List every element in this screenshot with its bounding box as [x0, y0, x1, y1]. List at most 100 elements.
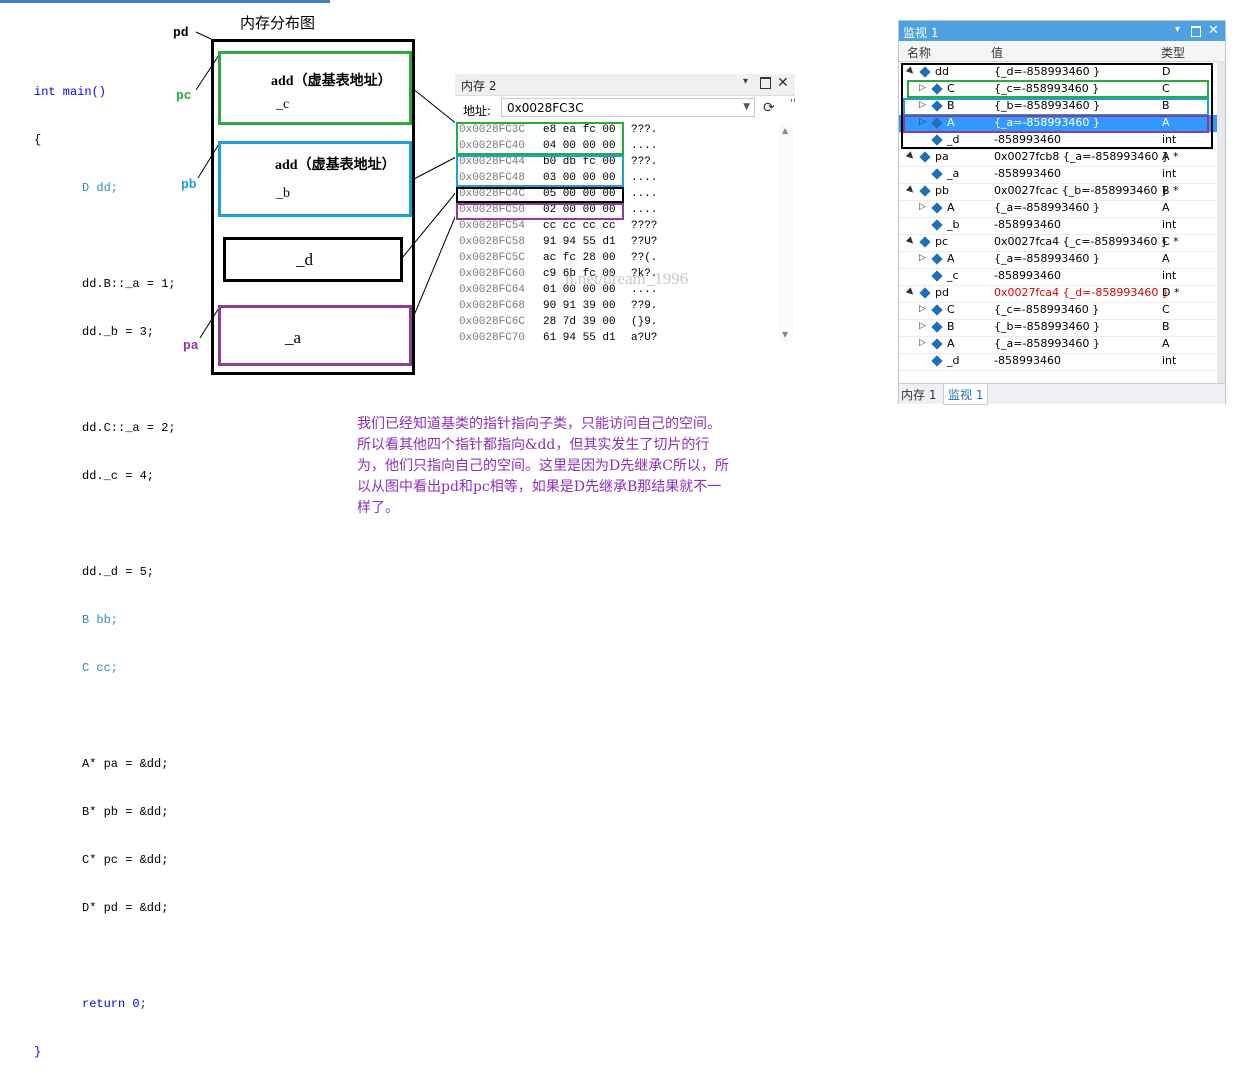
watch-row-type: int	[1162, 167, 1177, 180]
memory-row-address: 0x0028FC54	[459, 220, 526, 232]
scroll-up-icon[interactable]: ▲	[782, 126, 788, 135]
watch-row-name: _c	[947, 269, 959, 282]
refresh-icon[interactable]: ⟳	[763, 100, 775, 116]
watch-row-value: -858993460	[994, 354, 1061, 367]
watch-window-title: 监视 1	[903, 26, 939, 40]
memory-window-title: 内存 2	[461, 79, 497, 93]
d-member-text: _d	[296, 250, 313, 269]
expand-icon[interactable]: ▷	[919, 304, 926, 314]
watch-row-type: A	[1162, 252, 1170, 265]
variable-icon	[931, 355, 943, 367]
memory-row-address: 0x0028FC6C	[459, 316, 526, 328]
watch-row[interactable]: ▷ A {_a=-858993460 } A	[899, 336, 1217, 354]
watch-row[interactable]: ▲ pb 0x0027fcac {_b=-858993460 } B *	[899, 183, 1217, 201]
b-subobject-box: add（虚基表地址） _b	[218, 141, 412, 217]
watch-row-name: pc	[935, 235, 949, 248]
c-subobject-box: add（虚基表地址） _c	[218, 51, 412, 125]
variable-icon	[931, 219, 943, 231]
col-name-header[interactable]: 名称	[907, 44, 931, 61]
close-icon[interactable]: ✕	[1208, 23, 1219, 38]
memory-row-address: 0x0028FC5C	[459, 252, 526, 264]
b-member-text: _b	[276, 186, 290, 201]
close-icon[interactable]: ✕	[777, 75, 789, 91]
code-line: A* pa = &dd;	[82, 757, 169, 771]
col-value-header[interactable]: 值	[991, 44, 1003, 61]
code-line: return 0;	[82, 997, 147, 1011]
memory-row-bytes: 28 7d 39 00	[543, 316, 616, 328]
watch-row[interactable]: ▷ C {_c=-858993460 } C	[899, 302, 1217, 320]
address-input[interactable]: 0x0028FC3C ▼	[501, 98, 755, 117]
dropdown-arrow-icon[interactable]: ▾	[1175, 24, 1180, 35]
watch-row-name: pa	[935, 150, 949, 163]
watch-row-value: 0x0027fcac {_b=-858993460 }	[994, 184, 1168, 197]
memory-row-address: 0x0028FC68	[459, 300, 526, 312]
memory-row-chars: ???.	[631, 124, 658, 136]
dropdown-arrow-icon[interactable]: ▾	[743, 76, 748, 87]
watch-row-name: _d	[947, 354, 960, 367]
watch-row[interactable]: _d -858993460 int	[899, 353, 1217, 371]
watermark: n.net/dream_1996	[565, 269, 689, 288]
watch-row[interactable]: ▷ B {_b=-858993460 } B	[899, 319, 1217, 337]
watch-row[interactable]: _a -858993460 int	[899, 166, 1217, 184]
watch-row-type: int	[1162, 218, 1177, 231]
memory-row-chars: ....	[631, 140, 658, 152]
watch-row-type: A	[1162, 337, 1170, 350]
collapse-icon[interactable]: ▲	[904, 150, 916, 162]
watch-row-type: int	[1162, 269, 1177, 282]
expand-icon[interactable]: ▷	[919, 253, 926, 263]
memory-row-address: 0x0028FC64	[459, 284, 526, 296]
expand-icon[interactable]: ▷	[919, 202, 926, 212]
expand-icon[interactable]: ▷	[919, 338, 926, 348]
chevron-down-icon[interactable]: ▼	[743, 102, 750, 112]
c-member-text: _c	[276, 97, 290, 112]
watch-row-type: D *	[1162, 286, 1180, 299]
memory-window-titlebar: 内存 2 ▾ ✕	[455, 74, 795, 96]
memory-row-bytes: ac fc 28 00	[543, 252, 616, 264]
scroll-down-icon[interactable]: ▼	[782, 330, 788, 339]
col-type-header[interactable]: 类型	[1161, 44, 1185, 61]
memory-row-chars: ????	[631, 220, 658, 232]
code-line: C cc;	[82, 661, 119, 675]
watch-row-name: _a	[947, 167, 960, 180]
watch-row-value: {_b=-858993460 }	[994, 320, 1101, 333]
memory-row-bytes: 61 94 55 d1	[543, 332, 616, 344]
memory-row-chars: ??(.	[631, 252, 658, 264]
watch-row-name: _b	[947, 218, 960, 231]
collapse-icon[interactable]: ▲	[904, 235, 916, 247]
memory-scrollbar[interactable]: ▲ ▼	[779, 124, 793, 342]
watch-row[interactable]: ▲ pa 0x0027fcb8 {_a=-858993460 } A *	[899, 149, 1217, 167]
expand-icon[interactable]: ▷	[919, 321, 926, 331]
memory-row-chars: ....	[631, 172, 658, 184]
watch-row[interactable]: ▷ A {_a=-858993460 } A	[899, 251, 1217, 269]
watch-row[interactable]: ▲ pc 0x0027fca4 {_c=-858993460 } C *	[899, 234, 1217, 252]
d-member-box: _d	[223, 237, 403, 282]
memory-window-handle: ''	[790, 97, 797, 110]
collapse-icon[interactable]: ▲	[904, 184, 916, 196]
watch-row-type: B *	[1162, 184, 1179, 197]
code-line: B* pb = &dd;	[82, 805, 169, 819]
variable-icon	[931, 202, 943, 214]
watch-row[interactable]: ▲ pd 0x0027fca4 {_d=-858993460 } D *	[899, 285, 1217, 303]
code-line: dd._d = 5;	[82, 565, 155, 579]
watch-scrollbar[interactable]	[1217, 61, 1225, 383]
memory-row-chars: ??U?	[631, 236, 658, 248]
memory-row-chars: a?U?	[631, 332, 658, 344]
collapse-icon[interactable]: ▲	[904, 286, 916, 298]
watch-row-value: 0x0027fcb8 {_a=-858993460 }	[994, 150, 1169, 163]
watch-row-value: 0x0027fca4 {_c=-858993460 }	[994, 235, 1168, 248]
memory-row-address: 0x0028FC70	[459, 332, 526, 344]
tab-watch-1[interactable]: 监视 1	[943, 384, 989, 405]
watch-row[interactable]: ▷ A {_a=-858993460 } A	[899, 200, 1217, 218]
watch-row-value: {_a=-858993460 }	[994, 337, 1100, 350]
memory-row-bytes: 90 91 39 00	[543, 300, 616, 312]
maximize-icon[interactable]	[1191, 26, 1201, 37]
watch-row-name: A	[947, 201, 955, 214]
variable-icon	[931, 338, 943, 350]
maximize-icon[interactable]	[760, 77, 771, 89]
memory-row-address: 0x0028FC60	[459, 268, 526, 280]
watch-row[interactable]: _c -858993460 int	[899, 268, 1217, 286]
tab-memory-1[interactable]: 内存 1	[901, 386, 936, 403]
a-member-text: _a	[285, 328, 302, 347]
code-line: D* pd = &dd;	[82, 901, 169, 915]
watch-row[interactable]: _b -858993460 int	[899, 217, 1217, 235]
